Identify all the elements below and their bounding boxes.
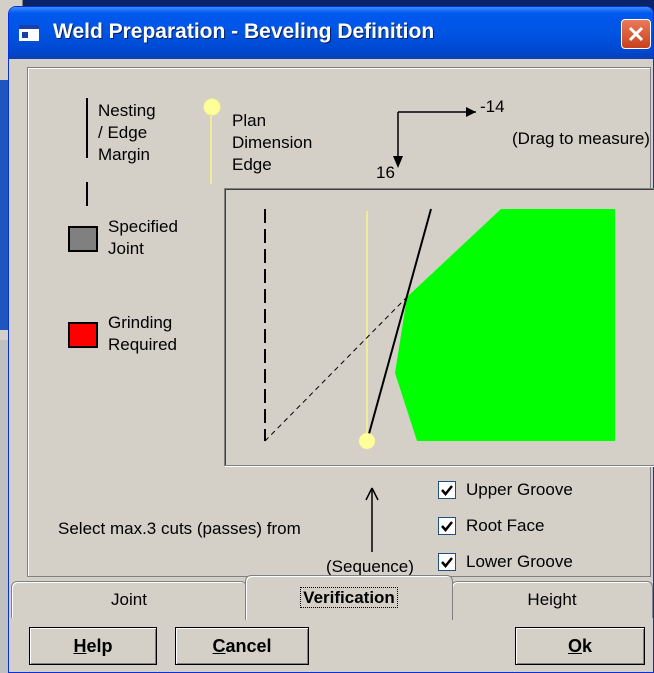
help-label-rest: elp <box>86 636 113 656</box>
title-bar[interactable]: Weld Preparation - Beveling Definition <box>9 7 653 59</box>
verification-panel: Nesting / Edge Margin Plan Dimension Edg… <box>27 67 654 578</box>
tab-height[interactable]: Height <box>451 581 653 618</box>
plan-edge-dot-icon <box>203 98 221 116</box>
close-button[interactable] <box>621 19 651 49</box>
grinding-required-label: Grinding Required <box>108 312 177 356</box>
checkmark-icon <box>441 557 453 568</box>
cancel-label-rest: ancel <box>225 636 272 656</box>
ok-label-rest: k <box>582 636 593 656</box>
dialog-client-area: Nesting / Edge Margin Plan Dimension Edg… <box>11 59 654 672</box>
plate-profile-shape <box>395 209 615 441</box>
close-icon <box>628 26 644 42</box>
window-title: Weld Preparation - Beveling Definition <box>53 20 435 43</box>
plan-edge-line-icon <box>210 114 212 184</box>
checkmark-icon <box>441 485 453 496</box>
plan-edge-label: Plan Dimension Edge <box>232 110 312 176</box>
bevel-profile-canvas[interactable] <box>224 188 654 466</box>
sequence-arrow-icon <box>365 487 379 552</box>
nesting-label-line: Nesting <box>98 101 156 120</box>
cancel-button[interactable]: Cancel <box>175 627 309 665</box>
measure-x-readout: -14 <box>480 97 505 116</box>
tab-joint-label: Joint <box>111 590 147 609</box>
checkmark-icon <box>441 521 453 532</box>
app-icon <box>19 25 39 41</box>
bevel-extension-dashed-line <box>264 296 408 442</box>
root-face-label: Root Face <box>466 516 545 535</box>
select-cuts-instruction: Select max.3 cuts (passes) from <box>58 519 301 538</box>
ok-mnemonic: O <box>567 636 582 656</box>
cancel-mnemonic: C <box>212 636 226 656</box>
measure-y-readout: 16 <box>376 163 395 182</box>
specified-joint-label: Specified Joint <box>108 216 178 260</box>
grinding-required-swatch <box>68 322 98 348</box>
drag-to-measure-hint: (Drag to measure) <box>512 129 650 148</box>
plan-label-line: Plan <box>232 111 267 130</box>
help-mnemonic: H <box>73 636 87 656</box>
help-button[interactable]: Help <box>29 627 157 665</box>
upper-groove-checkbox[interactable]: Upper Groove <box>438 480 573 506</box>
nesting-margin-line-icon <box>86 182 88 206</box>
checkbox-box[interactable] <box>438 517 456 535</box>
ok-button[interactable]: Ok <box>515 627 645 665</box>
bevel-profile-drawing <box>264 208 615 449</box>
dialog-window: Weld Preparation - Beveling Definition N… <box>8 6 654 673</box>
plan-label-line: Edge <box>232 155 272 174</box>
tab-joint[interactable]: Joint <box>11 581 247 618</box>
root-face-checkbox[interactable]: Root Face <box>438 516 544 542</box>
grinding-label-line: Grinding <box>108 313 173 332</box>
lower-groove-label: Lower Groove <box>466 552 573 571</box>
joint-label-line: Specified <box>108 217 178 236</box>
specified-joint-swatch <box>68 226 98 252</box>
tab-verification[interactable]: Verification <box>245 575 453 620</box>
upper-groove-label: Upper Groove <box>466 480 573 499</box>
tab-height-label: Height <box>527 590 577 609</box>
grinding-label-line: Required <box>108 335 177 354</box>
lower-groove-checkbox[interactable]: Lower Groove <box>438 552 573 578</box>
nesting-margin-label: Nesting / Edge Margin <box>98 100 156 166</box>
checkbox-box[interactable] <box>438 553 456 571</box>
nesting-label-line: Margin <box>98 145 150 164</box>
tab-verification-label: Verification <box>300 587 398 608</box>
plan-edge-point <box>359 433 375 449</box>
nesting-label-line: / Edge <box>98 123 148 142</box>
nesting-margin-line-icon <box>86 98 88 158</box>
checkbox-box[interactable] <box>438 481 456 499</box>
plan-label-line: Dimension <box>232 133 313 152</box>
joint-label-line: Joint <box>108 239 144 258</box>
